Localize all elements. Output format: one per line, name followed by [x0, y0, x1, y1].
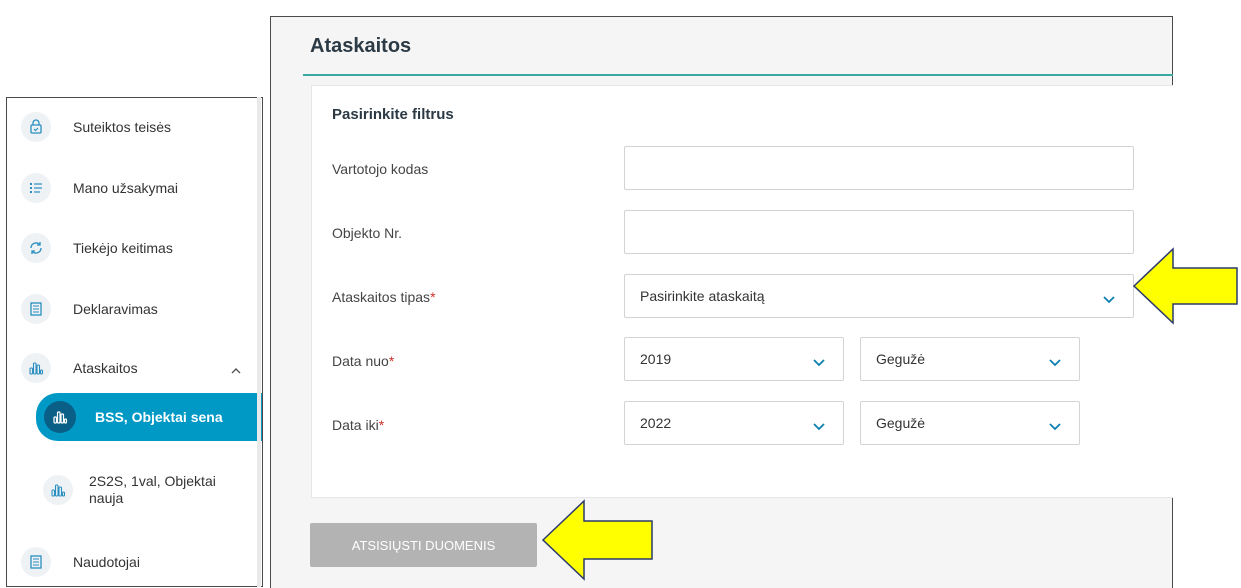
user-code-label: Vartotojo kodas — [332, 161, 429, 177]
download-data-button[interactable]: ATSISIŲSTI DUOMENIS — [310, 523, 537, 567]
required-mark: * — [378, 417, 385, 433]
date-to-year-value: 2022 — [640, 415, 672, 431]
required-mark: * — [388, 353, 395, 369]
sidebar-item-ataskaitos[interactable]: Ataskaitos — [7, 348, 262, 388]
sidebar-item-tiekejo-keitimas[interactable]: Tiekėjo keitimas — [7, 228, 262, 268]
page-title: Ataskaitos — [310, 35, 412, 57]
date-from-label-text: Data nuo — [332, 353, 389, 369]
list-icon — [21, 173, 51, 203]
main-panel: Ataskaitos Pasirinkite filtrus Vartotojo… — [270, 16, 1173, 588]
yellow-arrow-left-icon — [542, 499, 653, 581]
sidebar-scrollbar[interactable] — [257, 97, 261, 587]
date-from-year-value: 2019 — [640, 351, 672, 367]
chevron-down-icon — [813, 354, 825, 367]
sidebar: Suteiktos teisės Mano užsakymai Tiekėjo … — [6, 97, 263, 587]
yellow-arrow-left-icon — [1133, 247, 1238, 325]
date-from-month-value: Gegužė — [876, 351, 926, 367]
sidebar-item-mano-uzsakymai[interactable]: Mano užsakymai — [7, 168, 262, 208]
sidebar-item-label: 2S2S, 1val, Objektai naujа — [89, 473, 216, 506]
chevron-down-icon — [813, 418, 825, 431]
sidebar-item-label: Mano užsakymai — [73, 179, 179, 196]
document-icon — [21, 547, 51, 577]
report-type-label: Ataskaitos tipas* — [332, 289, 436, 305]
chevron-down-icon — [1049, 418, 1061, 431]
lock-document-icon — [21, 112, 51, 142]
bar-chart-icon — [43, 475, 73, 505]
sidebar-item-label: Naudotojai — [73, 553, 140, 570]
sidebar-item-bss-objektai-sena[interactable]: BSS, Objektai sena — [36, 393, 262, 441]
document-icon — [21, 294, 51, 324]
sidebar-item-label: Deklaravimas — [73, 300, 158, 317]
date-to-month-select[interactable]: Gegužė — [860, 401, 1080, 445]
bar-chart-icon — [44, 401, 76, 433]
sidebar-item-label: Ataskaitos — [73, 359, 138, 376]
title-divider — [303, 74, 1173, 76]
bar-chart-icon — [21, 353, 51, 383]
required-mark: * — [430, 289, 436, 305]
report-type-value: Pasirinkite ataskaitą — [640, 288, 765, 304]
object-no-input[interactable] — [624, 210, 1134, 254]
user-code-input[interactable] — [624, 146, 1134, 190]
object-no-label: Objekto Nr. — [332, 225, 403, 241]
refresh-icon — [21, 233, 51, 263]
filters-card: Pasirinkite filtrus Vartotojo kodas Obje… — [311, 85, 1173, 498]
date-to-label: Data iki* — [332, 417, 384, 433]
date-to-month-value: Gegužė — [876, 415, 926, 431]
date-to-year-select[interactable]: 2022 — [624, 401, 844, 445]
sidebar-item-label: Tiekėjo keitimas — [73, 239, 173, 256]
sidebar-item-naudotojai[interactable]: Naudotojai — [7, 542, 262, 582]
date-from-month-select[interactable]: Gegužė — [860, 337, 1080, 381]
date-from-year-select[interactable]: 2019 — [624, 337, 844, 381]
sidebar-item-label: Suteiktos teisės — [73, 118, 172, 135]
chevron-up-icon[interactable] — [231, 363, 241, 374]
sidebar-item-suteiktos-teises[interactable]: Suteiktos teisės — [7, 107, 262, 147]
sidebar-item-label: BSS, Objektai sena — [95, 408, 223, 425]
sidebar-item-2s2s-1val-objektai-nauja[interactable]: 2S2S, 1val, Objektai naujа — [7, 465, 262, 515]
sidebar-item-deklaravimas[interactable]: Deklaravimas — [7, 289, 262, 329]
report-type-label-text: Ataskaitos tipas — [332, 289, 431, 305]
chevron-down-icon — [1103, 291, 1115, 304]
chevron-down-icon — [1049, 354, 1061, 367]
date-to-label-text: Data iki — [332, 417, 379, 433]
filters-title: Pasirinkite filtrus — [332, 106, 454, 123]
date-from-label: Data nuo* — [332, 353, 394, 369]
report-type-select[interactable]: Pasirinkite ataskaitą — [624, 274, 1134, 318]
